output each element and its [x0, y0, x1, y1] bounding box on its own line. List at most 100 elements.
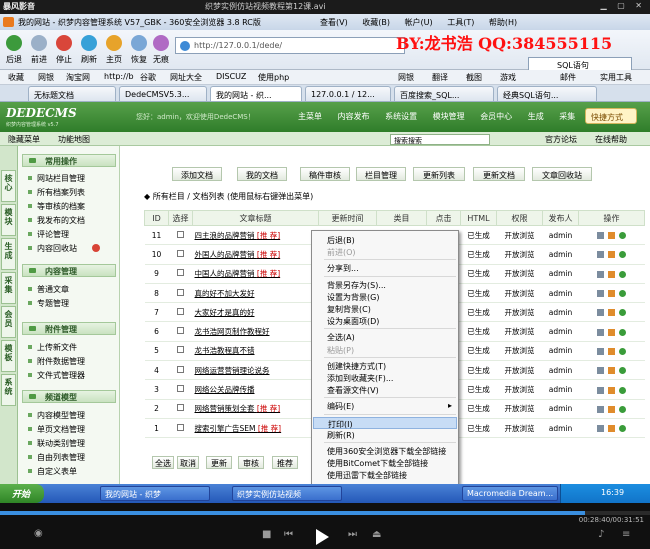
- home-button[interactable]: 主页: [100, 54, 128, 65]
- strip-collect[interactable]: 采集: [1, 272, 16, 304]
- nav-generate[interactable]: 生成: [528, 112, 544, 121]
- tab-baidu-sql[interactable]: 百度搜索_SQL...: [394, 86, 494, 101]
- tab-dedecms[interactable]: DedeCMSV5.3...: [119, 86, 207, 101]
- row-checkbox[interactable]: [177, 365, 184, 373]
- add-doc-button[interactable]: 添加文档: [172, 167, 222, 181]
- preview-icon[interactable]: [619, 386, 626, 394]
- menu-view[interactable]: 查看(V): [320, 18, 348, 27]
- fav-right-mail[interactable]: 邮件: [560, 72, 576, 83]
- cell-title[interactable]: 搜索引擎广告SEM [推 荐]: [192, 418, 319, 439]
- preview-icon[interactable]: [619, 405, 626, 413]
- menu-tools[interactable]: 工具(T): [447, 18, 474, 27]
- view-icon[interactable]: [597, 309, 604, 317]
- preview-icon[interactable]: [619, 347, 626, 355]
- title-link[interactable]: 外国人的品牌营销: [195, 250, 255, 259]
- view-icon[interactable]: [597, 425, 604, 433]
- row-checkbox[interactable]: [177, 404, 184, 412]
- address-text[interactable]: http://127.0.0.1/dede/: [194, 41, 282, 50]
- article-recycle-button[interactable]: 文章回收站: [532, 167, 592, 181]
- prev-icon[interactable]: ⏮: [284, 529, 293, 540]
- sidebar-item-content-models[interactable]: 内容模型管理: [28, 410, 85, 421]
- sidebar-item-pending[interactable]: 等审核的档案: [28, 201, 85, 212]
- view-icon[interactable]: [597, 251, 604, 259]
- nav-members[interactable]: 会员中心: [480, 112, 512, 121]
- cell-title[interactable]: 网络运营营销理论说务: [192, 360, 319, 381]
- channel-manage-button[interactable]: 栏目管理: [356, 167, 406, 181]
- view-icon[interactable]: [597, 347, 604, 355]
- view-icon[interactable]: [597, 328, 604, 336]
- title-link[interactable]: 网络营销策划全套: [195, 404, 255, 413]
- title-link[interactable]: 真的好不加大发好: [195, 289, 255, 298]
- strip-core[interactable]: 核心: [1, 170, 16, 202]
- fav-right-bank[interactable]: 网银: [398, 72, 414, 83]
- restore-icon[interactable]: [131, 35, 147, 51]
- cell-title[interactable]: 中国人的品牌营销 [推 荐]: [192, 264, 319, 284]
- player-logo[interactable]: 暴风影音: [3, 1, 35, 12]
- cell-title[interactable]: 大家好才是真的好: [192, 302, 319, 323]
- sidebar-item-recycle[interactable]: 内容回收站: [28, 243, 77, 254]
- edit-icon[interactable]: [608, 347, 615, 355]
- context-menu-item[interactable]: 刷新(R): [313, 429, 457, 441]
- sidebar-item-all-docs[interactable]: 所有档案列表: [28, 187, 85, 198]
- cell-title[interactable]: 真的好不加大发好: [192, 283, 319, 304]
- task-my-site[interactable]: 我的网站 - 织梦: [100, 486, 210, 501]
- edit-icon[interactable]: [608, 309, 615, 317]
- nav-modules[interactable]: 模块管理: [433, 112, 465, 121]
- fav-collect[interactable]: 收藏: [8, 72, 24, 83]
- incognito-icon[interactable]: [153, 35, 169, 51]
- sidebar-section-attachments[interactable]: 附件管理: [22, 322, 116, 335]
- cell-title[interactable]: 网络公关品牌传播: [192, 379, 319, 400]
- next-icon[interactable]: ⏭: [348, 529, 357, 540]
- fav-link-b[interactable]: http://b: [104, 72, 134, 81]
- official-forum-link[interactable]: 官方论坛: [545, 134, 577, 145]
- row-checkbox[interactable]: [177, 269, 184, 277]
- preview-icon[interactable]: [619, 309, 626, 317]
- fav-php[interactable]: 使用php: [258, 72, 289, 83]
- strip-generate[interactable]: 生成: [1, 238, 16, 270]
- menu-account[interactable]: 帐户(U): [405, 18, 433, 27]
- view-icon[interactable]: [597, 386, 604, 394]
- view-icon[interactable]: [597, 367, 604, 375]
- nav-system[interactable]: 系统设置: [385, 112, 417, 121]
- title-link[interactable]: 搜索引擎广告SEM: [195, 424, 256, 433]
- home-icon[interactable]: [106, 35, 122, 51]
- forward-button[interactable]: 前进: [25, 54, 53, 65]
- context-menu-item[interactable]: 创建快捷方式(T): [313, 360, 457, 372]
- online-help-link[interactable]: 在线帮助: [595, 134, 627, 145]
- row-checkbox[interactable]: [177, 346, 184, 354]
- recycle-icon[interactable]: [92, 244, 100, 252]
- fullscreen-icon[interactable]: ⏏: [372, 529, 381, 540]
- title-link[interactable]: 龙书浩教程真不错: [195, 346, 255, 355]
- back-icon[interactable]: [6, 35, 22, 51]
- stop-icon[interactable]: [56, 35, 72, 51]
- row-checkbox[interactable]: [177, 385, 184, 393]
- fav-hao123[interactable]: 网址大全: [170, 72, 202, 83]
- sidebar-item-articles[interactable]: 普通文章: [28, 284, 69, 295]
- nav-main-menu[interactable]: 主菜单: [298, 112, 322, 121]
- volume-icon[interactable]: ♪: [598, 529, 604, 540]
- row-checkbox[interactable]: [177, 288, 184, 296]
- title-link[interactable]: 大家好才是真的好: [195, 308, 255, 317]
- view-icon[interactable]: [597, 232, 604, 240]
- sidebar-item-attach-data[interactable]: 附件数据管理: [28, 356, 85, 367]
- preview-icon[interactable]: [619, 270, 626, 278]
- context-menu-item[interactable]: 使用360安全浏览器下载全部链接: [313, 445, 457, 457]
- row-checkbox[interactable]: [177, 230, 184, 238]
- preview-icon[interactable]: [619, 232, 626, 240]
- address-bar[interactable]: http://127.0.0.1/dede/: [175, 37, 405, 54]
- context-menu-item[interactable]: 背景另存为(S)...: [313, 279, 457, 291]
- preview-icon[interactable]: [619, 367, 626, 375]
- strip-members[interactable]: 会员: [1, 306, 16, 338]
- fav-bank[interactable]: 网银: [38, 72, 54, 83]
- cell-title[interactable]: 龙书浩教程真不错: [192, 341, 319, 362]
- context-menu-item[interactable]: 后退(B): [313, 234, 457, 246]
- sidebar-item-free-lists[interactable]: 自由列表管理: [28, 452, 85, 463]
- title-link[interactable]: 网络公关品牌传播: [195, 385, 255, 394]
- fav-right-screenshot[interactable]: 截图: [466, 72, 482, 83]
- cell-title[interactable]: 龙书浩网页制作教程好: [192, 321, 319, 342]
- context-menu-item[interactable]: 使用迅雷下载全部链接: [313, 469, 457, 481]
- approve-button[interactable]: 审核: [238, 456, 264, 469]
- nav-content[interactable]: 内容发布: [338, 112, 370, 121]
- hide-menu-link[interactable]: 隐藏菜单: [8, 134, 40, 145]
- edit-icon[interactable]: [608, 270, 615, 278]
